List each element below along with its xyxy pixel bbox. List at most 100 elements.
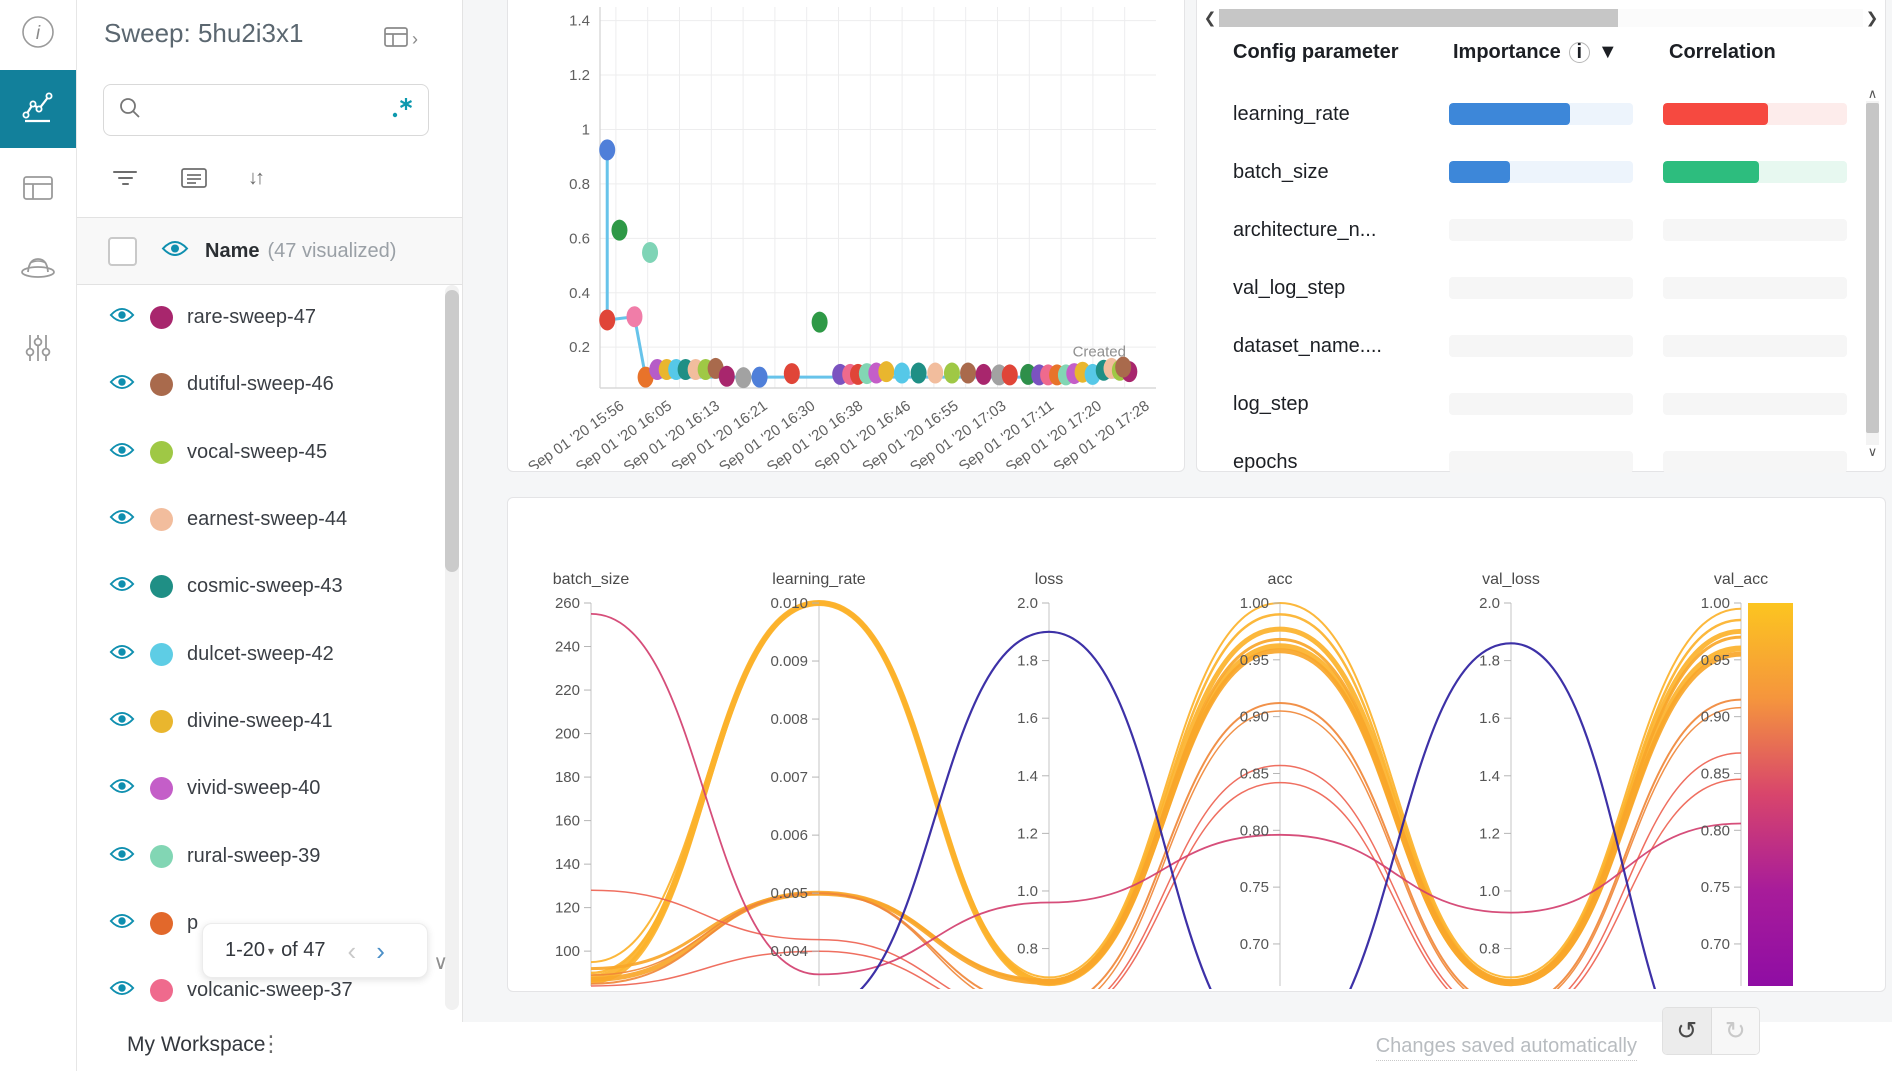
- run-dot[interactable]: [976, 364, 992, 385]
- open-table-button[interactable]: ›: [384, 26, 418, 53]
- run-dot[interactable]: [812, 312, 828, 333]
- run-name[interactable]: rare-sweep-47: [187, 306, 316, 329]
- redo-button[interactable]: ↻: [1712, 1008, 1760, 1054]
- scroll-down-arrow[interactable]: ∨: [1868, 445, 1878, 459]
- axis-label[interactable]: acc: [1268, 571, 1293, 588]
- run-visibility-eye-icon[interactable]: [109, 306, 135, 329]
- scroll-right-arrow[interactable]: ❯: [1863, 11, 1881, 26]
- run-row[interactable]: dulcet-sweep-42: [76, 620, 462, 687]
- run-dot[interactable]: [784, 363, 800, 384]
- axis-label[interactable]: val_acc: [1714, 571, 1768, 588]
- vscroll-track[interactable]: [1866, 101, 1879, 445]
- run-dot[interactable]: [1115, 357, 1131, 378]
- run-dot[interactable]: [944, 363, 960, 384]
- nav-sweeps-button[interactable]: [0, 246, 76, 290]
- select-all-checkbox[interactable]: [108, 237, 137, 266]
- run-dot[interactable]: [611, 220, 627, 241]
- name-column-header[interactable]: Name: [205, 240, 259, 263]
- importance-row[interactable]: learning_rate: [1197, 85, 1885, 143]
- importance-row[interactable]: log_step: [1197, 375, 1885, 433]
- run-row[interactable]: vocal-sweep-45: [76, 419, 462, 486]
- filter-icon[interactable]: [112, 167, 138, 189]
- run-name[interactable]: rural-sweep-39: [187, 845, 320, 868]
- run-dot[interactable]: [599, 309, 615, 330]
- run-visibility-eye-icon[interactable]: [109, 710, 135, 733]
- run-dot[interactable]: [719, 366, 735, 387]
- run-name[interactable]: vocal-sweep-45: [187, 441, 327, 464]
- nav-tune-button[interactable]: [0, 328, 76, 372]
- page-range-dropdown[interactable]: 1-20: [225, 939, 265, 962]
- series-line[interactable]: [591, 651, 1741, 984]
- run-visibility-eye-icon[interactable]: [109, 979, 135, 1002]
- run-row[interactable]: cosmic-sweep-43: [76, 553, 462, 620]
- run-dot[interactable]: [894, 363, 910, 384]
- vscroll-thumb[interactable]: [1866, 103, 1879, 433]
- run-visibility-eye-icon[interactable]: [109, 845, 135, 868]
- run-visibility-eye-icon[interactable]: [109, 912, 135, 935]
- series-lines[interactable]: [591, 603, 1741, 989]
- importance-row[interactable]: batch_size: [1197, 143, 1885, 201]
- run-name[interactable]: cosmic-sweep-43: [187, 575, 343, 598]
- run-visibility-eye-icon[interactable]: [109, 643, 135, 666]
- run-dot[interactable]: [626, 306, 642, 327]
- run-search-input[interactable]: [154, 99, 390, 122]
- series-line[interactable]: [591, 603, 1741, 980]
- nav-table-button[interactable]: [0, 168, 76, 212]
- run-dot[interactable]: [752, 367, 768, 388]
- kebab-menu-icon[interactable]: ⋮: [260, 1031, 282, 1057]
- hscroll-thumb[interactable]: [1219, 9, 1618, 27]
- run-dot[interactable]: [1002, 364, 1018, 385]
- run-row[interactable]: earnest-sweep-44: [76, 486, 462, 553]
- run-dot[interactable]: [911, 363, 927, 384]
- importance-row[interactable]: architecture_n...: [1197, 201, 1885, 259]
- run-dot[interactable]: [642, 242, 658, 263]
- visibility-all-eye-icon[interactable]: [161, 239, 189, 263]
- run-visibility-eye-icon[interactable]: [109, 373, 135, 396]
- caret-down-icon[interactable]: ▾: [268, 944, 274, 958]
- run-name[interactable]: divine-sweep-41: [187, 710, 333, 733]
- importance-row[interactable]: epochs: [1197, 433, 1885, 491]
- next-page-button[interactable]: ›: [376, 938, 385, 964]
- importance-row[interactable]: val_log_step: [1197, 259, 1885, 317]
- hscroll-track[interactable]: [1219, 9, 1863, 27]
- axis-label[interactable]: loss: [1035, 571, 1063, 588]
- run-row[interactable]: rural-sweep-39: [76, 822, 462, 889]
- nav-info-button[interactable]: i: [0, 14, 76, 54]
- workspace-title[interactable]: My Workspace: [127, 1033, 265, 1057]
- run-visibility-eye-icon[interactable]: [109, 441, 135, 464]
- run-row[interactable]: vivid-sweep-40: [76, 755, 462, 822]
- run-name[interactable]: dutiful-sweep-46: [187, 373, 334, 396]
- sort-caret-icon[interactable]: ▼: [1598, 41, 1618, 64]
- run-row[interactable]: dutiful-sweep-46: [76, 351, 462, 418]
- axis-label[interactable]: batch_size: [553, 571, 630, 588]
- undo-button[interactable]: ↺: [1663, 1008, 1712, 1054]
- scrollbar-thumb[interactable]: [445, 290, 459, 572]
- run-name[interactable]: vivid-sweep-40: [187, 777, 320, 800]
- scroll-up-arrow[interactable]: ∧: [1868, 87, 1878, 101]
- run-dot[interactable]: [960, 363, 976, 384]
- sort-icon[interactable]: ↓↑: [248, 167, 262, 190]
- run-row[interactable]: rare-sweep-47: [76, 284, 462, 351]
- prev-page-button[interactable]: ‹: [348, 938, 357, 964]
- run-visibility-eye-icon[interactable]: [109, 777, 135, 800]
- axis-label[interactable]: learning_rate: [772, 571, 866, 588]
- info-tooltip-icon[interactable]: i: [1569, 42, 1590, 63]
- run-name[interactable]: volcanic-sweep-37: [187, 979, 353, 1002]
- importance-column[interactable]: Importance: [1453, 41, 1561, 64]
- nav-panels-button[interactable]: [0, 70, 76, 148]
- run-list-scrollbar[interactable]: [445, 285, 459, 1010]
- run-visibility-eye-icon[interactable]: [109, 575, 135, 598]
- created-scatter-chart[interactable]: 0.20.40.60.811.21.4Sep 01 '20 15:56Sep 0…: [508, 0, 1182, 469]
- regex-toggle-icon[interactable]: [390, 95, 416, 126]
- run-name[interactable]: earnest-sweep-44: [187, 508, 347, 531]
- run-name[interactable]: p: [187, 912, 198, 935]
- parallel-coordinates-chart[interactable]: batch_sizelearning_ratelossaccval_lossva…: [508, 498, 1883, 989]
- run-dot[interactable]: [927, 363, 943, 384]
- run-name[interactable]: dulcet-sweep-42: [187, 643, 334, 666]
- list-settings-icon[interactable]: [180, 166, 208, 190]
- run-dot[interactable]: [735, 367, 751, 388]
- run-dot[interactable]: [599, 139, 615, 160]
- scroll-left-arrow[interactable]: ❮: [1201, 11, 1219, 26]
- run-visibility-eye-icon[interactable]: [109, 508, 135, 531]
- run-dot[interactable]: [878, 361, 894, 382]
